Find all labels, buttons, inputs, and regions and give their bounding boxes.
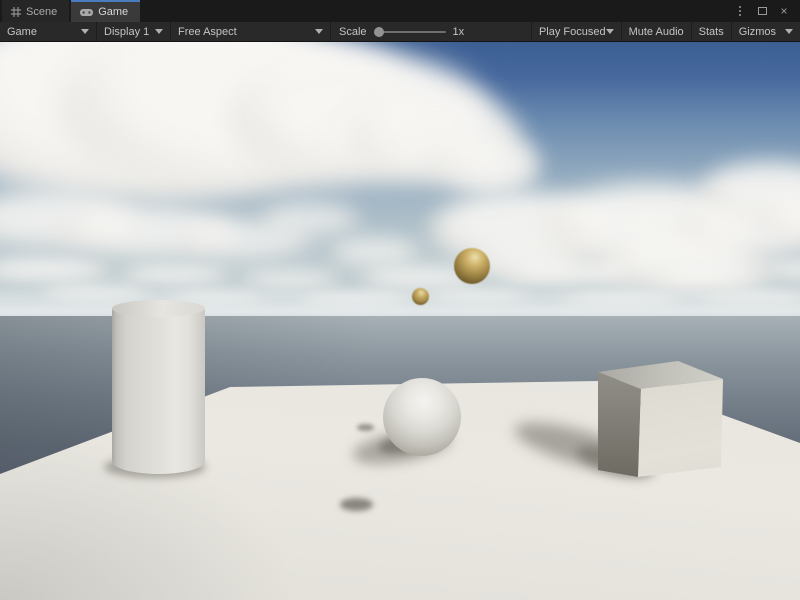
cylinder-top-cap: [112, 300, 205, 317]
grid-icon: [11, 7, 21, 17]
gizmos-dropdown[interactable]: Gizmos: [731, 22, 800, 41]
close-icon[interactable]: ×: [776, 3, 792, 19]
tab-bar: Scene Game ×: [0, 0, 800, 22]
stats-button[interactable]: Stats: [691, 22, 731, 41]
cloud: [330, 237, 420, 267]
window-controls: ×: [732, 0, 800, 22]
chevron-down-icon: [155, 29, 163, 34]
toolbar-right-group: Play Focused Mute Audio Stats Gizmos: [531, 22, 800, 41]
chevron-down-icon: [315, 29, 323, 34]
gold-sphere-large: [454, 248, 490, 284]
scale-control: Scale 1x: [331, 22, 472, 41]
cylinder: [112, 300, 205, 474]
gold-sphere-small: [412, 288, 429, 305]
display-dropdown[interactable]: Display 1: [97, 22, 171, 41]
display-label: Display 1: [104, 26, 149, 38]
mute-audio-button[interactable]: Mute Audio: [621, 22, 691, 41]
game-render-viewport[interactable]: [0, 42, 800, 600]
cloud-layer: [0, 42, 800, 332]
gamepad-icon: [80, 8, 93, 17]
chevron-down-icon: [785, 29, 793, 34]
scale-slider[interactable]: [374, 31, 446, 33]
cloud: [0, 257, 110, 283]
cloud: [455, 150, 535, 190]
chevron-down-icon: [81, 29, 89, 34]
game-view-toolbar: Game Display 1 Free Aspect Scale 1x Play…: [0, 22, 800, 42]
aspect-label: Free Aspect: [178, 26, 237, 38]
scale-slider-thumb[interactable]: [374, 27, 384, 37]
play-focused-label: Play Focused: [539, 26, 606, 38]
tab-scene-label: Scene: [26, 6, 57, 18]
tab-game[interactable]: Game: [71, 0, 140, 22]
gold-sphere-small-shadow: [357, 424, 374, 431]
play-focused-dropdown[interactable]: Play Focused: [531, 22, 621, 41]
game-menu-label: Game: [7, 26, 37, 38]
chevron-down-icon: [606, 29, 614, 34]
stats-label: Stats: [699, 26, 724, 38]
mute-audio-label: Mute Audio: [629, 26, 684, 38]
maximize-icon[interactable]: [754, 3, 770, 19]
gold-sphere-large-shadow: [340, 498, 373, 511]
game-menu-dropdown[interactable]: Game: [0, 22, 97, 41]
more-options-icon[interactable]: [732, 3, 748, 19]
game-view-window: Scene Game × Game Displa: [0, 0, 800, 600]
tab-game-label: Game: [98, 6, 128, 18]
cloud: [240, 270, 340, 290]
cube: [596, 359, 726, 481]
aspect-ratio-dropdown[interactable]: Free Aspect: [171, 22, 331, 41]
scale-value: 1x: [453, 26, 465, 38]
cloud: [260, 202, 360, 237]
cloud: [500, 260, 640, 286]
gizmos-label: Gizmos: [739, 26, 776, 38]
cloud: [650, 266, 770, 288]
scale-label: Scale: [339, 26, 367, 38]
sphere: [383, 378, 461, 456]
tab-scene[interactable]: Scene: [2, 0, 69, 22]
cloud: [120, 264, 230, 286]
